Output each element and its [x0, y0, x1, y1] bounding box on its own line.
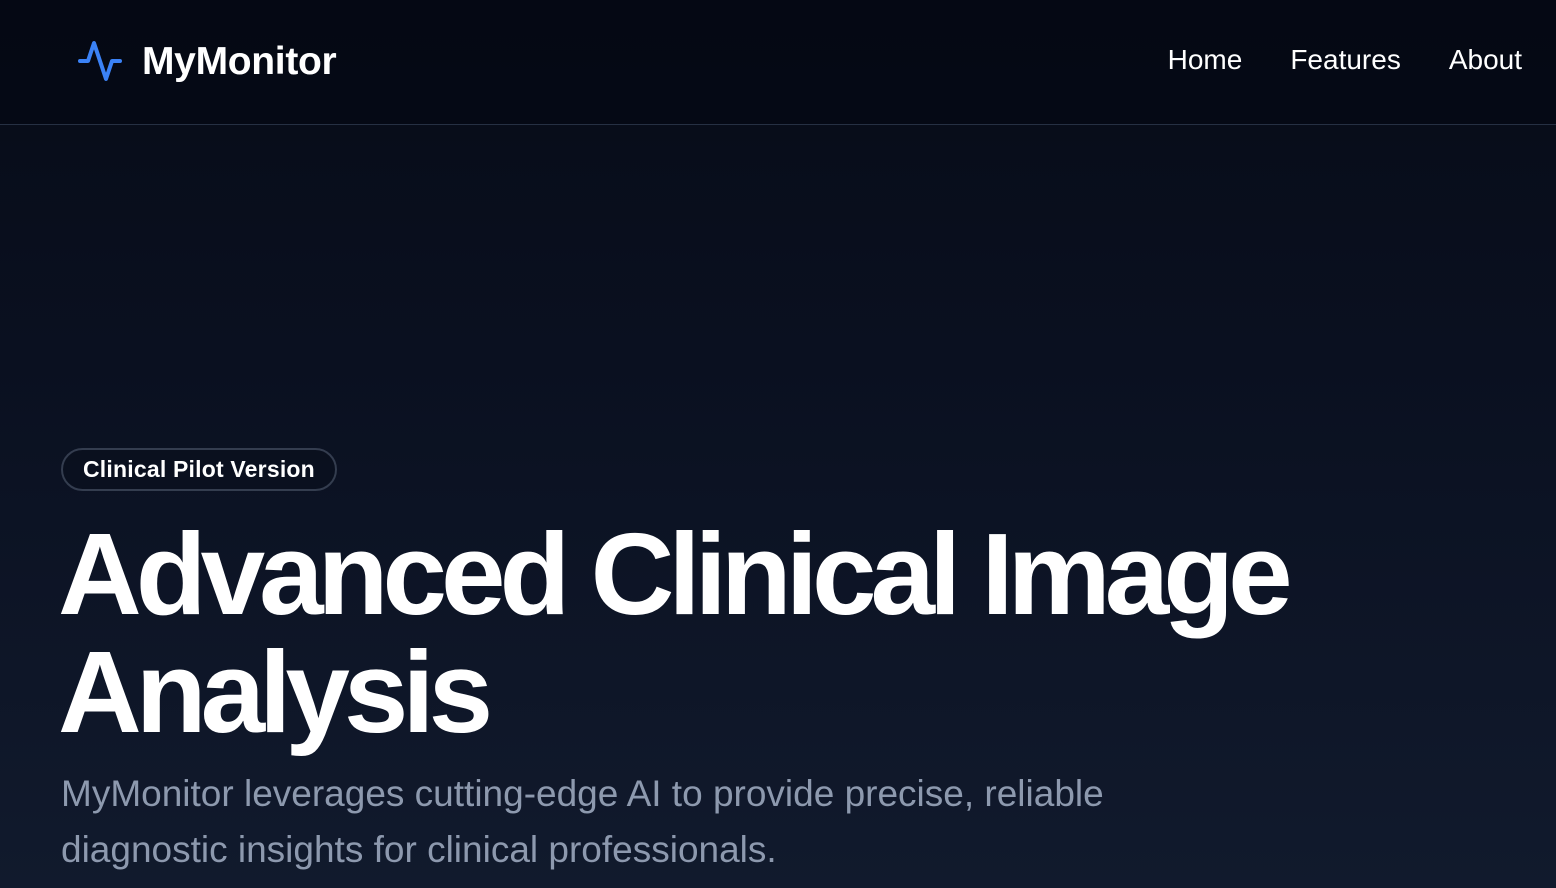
top-navbar: MyMonitor Home Features About	[0, 0, 1556, 125]
brand-name: MyMonitor	[142, 39, 337, 83]
nav-link-about[interactable]: About	[1449, 42, 1522, 78]
hero-title: Advanced Clinical Image Analysis	[58, 509, 1293, 757]
version-badge: Clinical Pilot Version	[61, 448, 337, 491]
brand-logo-link[interactable]: MyMonitor	[76, 36, 337, 86]
version-badge-label: Clinical Pilot Version	[83, 456, 315, 482]
hero-subtitle: MyMonitor leverages cutting-edge AI to p…	[61, 773, 1104, 870]
nav-link-home[interactable]: Home	[1168, 42, 1243, 78]
nav-link-features[interactable]: Features	[1290, 42, 1401, 78]
activity-pulse-icon	[78, 41, 122, 81]
main-nav: Home Features About	[1168, 42, 1522, 78]
